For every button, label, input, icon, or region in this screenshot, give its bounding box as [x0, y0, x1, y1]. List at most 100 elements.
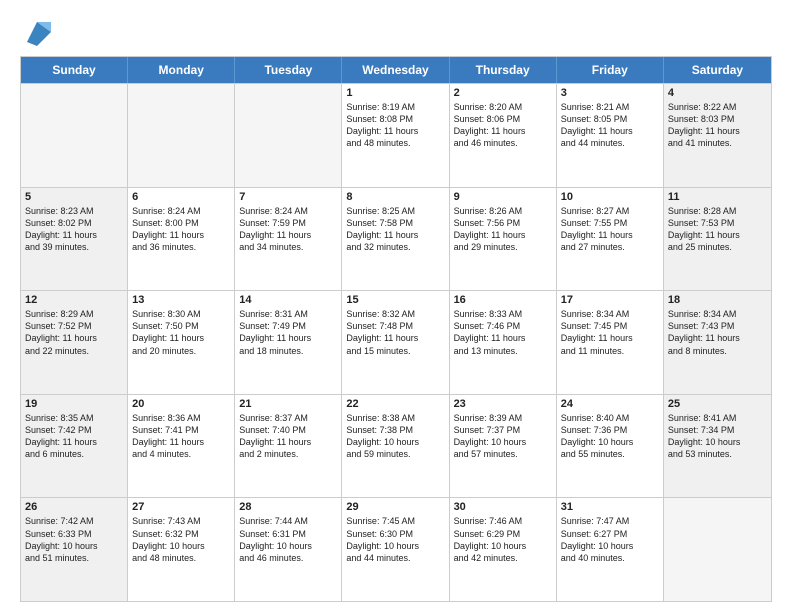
day-number: 20	[132, 398, 230, 410]
cell-info: Sunrise: 7:44 AM Sunset: 6:31 PM Dayligh…	[239, 515, 337, 564]
header-day-friday: Friday	[557, 57, 664, 83]
calendar-cell: 18 Sunrise: 8:34 AM Sunset: 7:43 PM Dayli…	[664, 291, 771, 394]
calendar-cell: 30 Sunrise: 7:46 AM Sunset: 6:29 PM Dayli…	[450, 498, 557, 601]
cell-info: Sunrise: 8:22 AM Sunset: 8:03 PM Dayligh…	[668, 101, 767, 150]
cell-info: Sunrise: 8:37 AM Sunset: 7:40 PM Dayligh…	[239, 412, 337, 461]
calendar-cell: 21 Sunrise: 8:37 AM Sunset: 7:40 PM Dayli…	[235, 395, 342, 498]
calendar-cell: 7Sunrise: 8:24 AM Sunset: 7:59 PM Daylig…	[235, 188, 342, 291]
day-number: 9	[454, 191, 552, 203]
calendar-row-4: 19 Sunrise: 8:35 AM Sunset: 7:42 PM Dayli…	[21, 394, 771, 498]
day-number: 29	[346, 501, 444, 513]
cell-info: Sunrise: 8:32 AM Sunset: 7:48 PM Dayligh…	[346, 308, 444, 357]
cell-info: Sunrise: 8:27 AM Sunset: 7:55 PM Dayligh…	[561, 205, 659, 254]
header-day-sunday: Sunday	[21, 57, 128, 83]
header-day-tuesday: Tuesday	[235, 57, 342, 83]
day-number: 14	[239, 294, 337, 306]
day-number: 10	[561, 191, 659, 203]
cell-info: Sunrise: 8:20 AM Sunset: 8:06 PM Dayligh…	[454, 101, 552, 150]
cell-info: Sunrise: 8:35 AM Sunset: 7:42 PM Dayligh…	[25, 412, 123, 461]
cell-info: Sunrise: 8:23 AM Sunset: 8:02 PM Dayligh…	[25, 205, 123, 254]
calendar-cell: 14 Sunrise: 8:31 AM Sunset: 7:49 PM Dayli…	[235, 291, 342, 394]
logo	[20, 18, 51, 46]
calendar-cell: 8 Sunrise: 8:25 AM Sunset: 7:58 PM Daylig…	[342, 188, 449, 291]
day-number: 31	[561, 501, 659, 513]
cell-info: Sunrise: 8:24 AM Sunset: 8:00 PM Dayligh…	[132, 205, 230, 254]
day-number: 4	[668, 87, 767, 99]
cell-info: Sunrise: 8:24 AM Sunset: 7:59 PM Dayligh…	[239, 205, 337, 254]
calendar-row-2: 5 Sunrise: 8:23 AM Sunset: 8:02 PM Daylig…	[21, 187, 771, 291]
day-number: 30	[454, 501, 552, 513]
header	[20, 18, 772, 46]
logo-icon	[23, 18, 51, 46]
cell-info: Sunrise: 8:26 AM Sunset: 7:56 PM Dayligh…	[454, 205, 552, 254]
calendar-cell	[128, 84, 235, 187]
cell-info: Sunrise: 8:40 AM Sunset: 7:36 PM Dayligh…	[561, 412, 659, 461]
calendar-cell	[21, 84, 128, 187]
day-number: 15	[346, 294, 444, 306]
cell-info: Sunrise: 8:19 AM Sunset: 8:08 PM Dayligh…	[346, 101, 444, 150]
calendar-cell: 25 Sunrise: 8:41 AM Sunset: 7:34 PM Dayli…	[664, 395, 771, 498]
day-number: 13	[132, 294, 230, 306]
day-number: 27	[132, 501, 230, 513]
calendar-cell: 10 Sunrise: 8:27 AM Sunset: 7:55 PM Dayli…	[557, 188, 664, 291]
calendar-row-1: 1Sunrise: 8:19 AM Sunset: 8:08 PM Daylig…	[21, 83, 771, 187]
calendar-cell: 23 Sunrise: 8:39 AM Sunset: 7:37 PM Dayli…	[450, 395, 557, 498]
day-number: 26	[25, 501, 123, 513]
cell-info: Sunrise: 7:42 AM Sunset: 6:33 PM Dayligh…	[25, 515, 123, 564]
day-number: 18	[668, 294, 767, 306]
calendar-cell: 3Sunrise: 8:21 AM Sunset: 8:05 PM Daylig…	[557, 84, 664, 187]
cell-info: Sunrise: 7:46 AM Sunset: 6:29 PM Dayligh…	[454, 515, 552, 564]
day-number: 3	[561, 87, 659, 99]
calendar-cell: 9 Sunrise: 8:26 AM Sunset: 7:56 PM Daylig…	[450, 188, 557, 291]
page: SundayMondayTuesdayWednesdayThursdayFrid…	[0, 0, 792, 612]
day-number: 16	[454, 294, 552, 306]
calendar-cell: 19 Sunrise: 8:35 AM Sunset: 7:42 PM Dayli…	[21, 395, 128, 498]
day-number: 12	[25, 294, 123, 306]
calendar-cell: 28Sunrise: 7:44 AM Sunset: 6:31 PM Dayli…	[235, 498, 342, 601]
calendar-cell: 17Sunrise: 8:34 AM Sunset: 7:45 PM Dayli…	[557, 291, 664, 394]
cell-info: Sunrise: 8:34 AM Sunset: 7:45 PM Dayligh…	[561, 308, 659, 357]
calendar-cell: 5 Sunrise: 8:23 AM Sunset: 8:02 PM Daylig…	[21, 188, 128, 291]
calendar-cell: 13Sunrise: 8:30 AM Sunset: 7:50 PM Dayli…	[128, 291, 235, 394]
calendar-body: 1Sunrise: 8:19 AM Sunset: 8:08 PM Daylig…	[21, 83, 771, 601]
cell-info: Sunrise: 8:33 AM Sunset: 7:46 PM Dayligh…	[454, 308, 552, 357]
day-number: 5	[25, 191, 123, 203]
cell-info: Sunrise: 8:34 AM Sunset: 7:43 PM Dayligh…	[668, 308, 767, 357]
calendar-cell: 2 Sunrise: 8:20 AM Sunset: 8:06 PM Daylig…	[450, 84, 557, 187]
calendar-cell: 26 Sunrise: 7:42 AM Sunset: 6:33 PM Dayli…	[21, 498, 128, 601]
cell-info: Sunrise: 7:43 AM Sunset: 6:32 PM Dayligh…	[132, 515, 230, 564]
calendar-row-3: 12Sunrise: 8:29 AM Sunset: 7:52 PM Dayli…	[21, 290, 771, 394]
calendar-cell: 4 Sunrise: 8:22 AM Sunset: 8:03 PM Daylig…	[664, 84, 771, 187]
day-number: 2	[454, 87, 552, 99]
cell-info: Sunrise: 8:41 AM Sunset: 7:34 PM Dayligh…	[668, 412, 767, 461]
calendar-header: SundayMondayTuesdayWednesdayThursdayFrid…	[21, 57, 771, 83]
header-day-monday: Monday	[128, 57, 235, 83]
cell-info: Sunrise: 8:31 AM Sunset: 7:49 PM Dayligh…	[239, 308, 337, 357]
day-number: 8	[346, 191, 444, 203]
calendar-cell: 24 Sunrise: 8:40 AM Sunset: 7:36 PM Dayli…	[557, 395, 664, 498]
calendar-cell: 31 Sunrise: 7:47 AM Sunset: 6:27 PM Dayli…	[557, 498, 664, 601]
day-number: 21	[239, 398, 337, 410]
calendar-cell: 27 Sunrise: 7:43 AM Sunset: 6:32 PM Dayli…	[128, 498, 235, 601]
calendar-cell: 12Sunrise: 8:29 AM Sunset: 7:52 PM Dayli…	[21, 291, 128, 394]
day-number: 24	[561, 398, 659, 410]
day-number: 25	[668, 398, 767, 410]
cell-info: Sunrise: 8:38 AM Sunset: 7:38 PM Dayligh…	[346, 412, 444, 461]
cell-info: Sunrise: 7:45 AM Sunset: 6:30 PM Dayligh…	[346, 515, 444, 564]
day-number: 6	[132, 191, 230, 203]
day-number: 23	[454, 398, 552, 410]
header-day-thursday: Thursday	[450, 57, 557, 83]
cell-info: Sunrise: 8:39 AM Sunset: 7:37 PM Dayligh…	[454, 412, 552, 461]
calendar-cell	[235, 84, 342, 187]
cell-info: Sunrise: 8:36 AM Sunset: 7:41 PM Dayligh…	[132, 412, 230, 461]
cell-info: Sunrise: 8:25 AM Sunset: 7:58 PM Dayligh…	[346, 205, 444, 254]
cell-info: Sunrise: 7:47 AM Sunset: 6:27 PM Dayligh…	[561, 515, 659, 564]
header-day-wednesday: Wednesday	[342, 57, 449, 83]
day-number: 11	[668, 191, 767, 203]
calendar-cell: 22Sunrise: 8:38 AM Sunset: 7:38 PM Dayli…	[342, 395, 449, 498]
calendar-cell: 20 Sunrise: 8:36 AM Sunset: 7:41 PM Dayli…	[128, 395, 235, 498]
header-day-saturday: Saturday	[664, 57, 771, 83]
cell-info: Sunrise: 8:28 AM Sunset: 7:53 PM Dayligh…	[668, 205, 767, 254]
day-number: 19	[25, 398, 123, 410]
calendar-row-5: 26 Sunrise: 7:42 AM Sunset: 6:33 PM Dayli…	[21, 497, 771, 601]
